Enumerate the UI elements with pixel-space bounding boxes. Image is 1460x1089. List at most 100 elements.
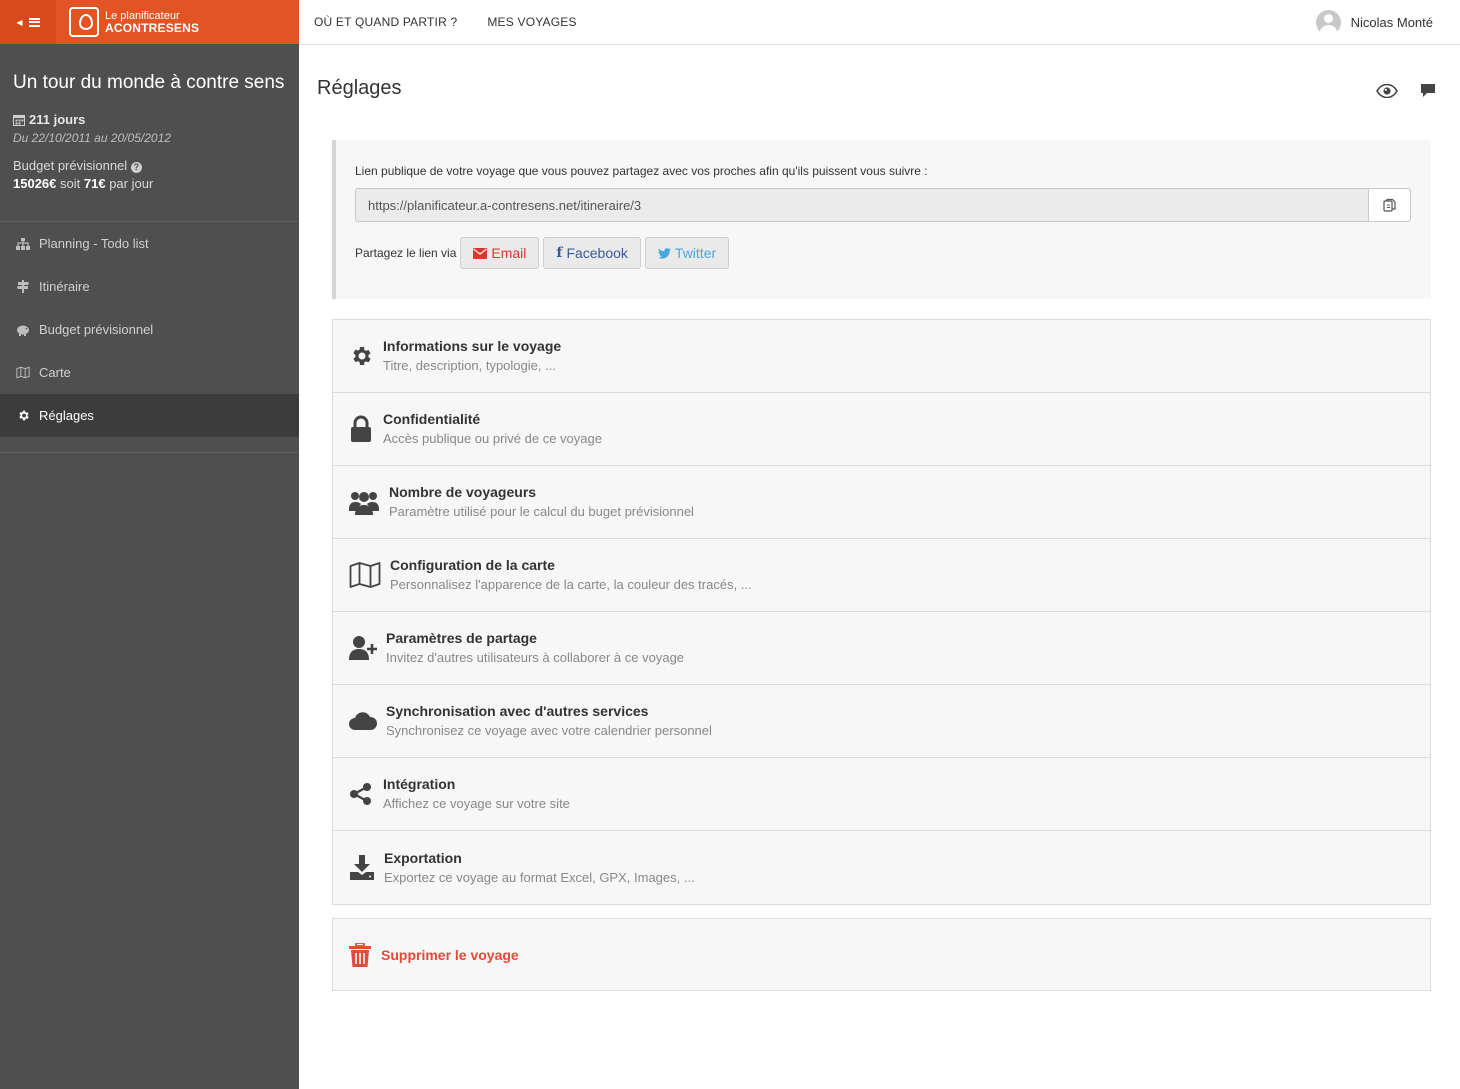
setting-synchronisation[interactable]: Synchronisation avec d'autres services S…: [333, 685, 1430, 758]
facebook-icon: f: [556, 245, 563, 261]
setting-description: Personnalisez l'apparence de la carte, l…: [390, 577, 752, 592]
sidebar-item-planning[interactable]: Planning - Todo list: [0, 222, 299, 265]
top-nav: OÙ ET QUAND PARTIR ? MES VOYAGES: [299, 15, 592, 29]
users-icon: [349, 489, 383, 515]
sidebar: ◀ Le planificateur ACONTRESENS Un tour d…: [0, 0, 299, 1089]
user-plus-icon: [349, 635, 380, 661]
share-email-button[interactable]: Email: [460, 237, 540, 269]
twitter-icon: [657, 247, 671, 259]
nav-where-when[interactable]: OÙ ET QUAND PARTIR ?: [314, 15, 457, 29]
setting-voyageurs[interactable]: Nombre de voyageurs Paramètre utilisé po…: [333, 466, 1430, 539]
download-icon: [349, 855, 378, 880]
share-facebook-label: Facebook: [566, 245, 628, 261]
setting-title: Intégration: [383, 776, 456, 792]
signpost-icon: [16, 280, 30, 294]
sidebar-item-label: Planning - Todo list: [39, 236, 149, 251]
setting-description: Affichez ce voyage sur votre site: [383, 796, 570, 811]
brand-bar: ◀ Le planificateur ACONTRESENS: [0, 0, 299, 44]
sidebar-item-budget[interactable]: Budget prévisionnel: [0, 308, 299, 351]
user-menu[interactable]: Nicolas Monté: [1315, 9, 1433, 35]
setting-title: Informations sur le voyage: [383, 338, 562, 354]
budget-total: 15026€: [13, 176, 57, 191]
page-title: Réglages: [317, 77, 402, 99]
envelope-icon: [473, 247, 488, 259]
share-lead: Lien publique de votre voyage que vous p…: [355, 164, 928, 178]
setting-title: Confidentialité: [383, 411, 481, 427]
budget-soit: soit: [60, 176, 81, 191]
share-facebook-button[interactable]: f Facebook: [543, 237, 641, 269]
setting-description: Exportez ce voyage au format Excel, GPX,…: [384, 869, 695, 885]
setting-description: Paramètre utilisé pour le calcul du buge…: [389, 504, 694, 519]
sidebar-item-label: Budget prévisionnel: [39, 322, 154, 337]
caret-left-icon: ◀: [16, 17, 23, 27]
budget-label: Budget prévisionnel: [13, 158, 128, 173]
setting-integration[interactable]: Intégration Affichez ce voyage sur votre…: [333, 758, 1430, 831]
logo-line-2: ACONTRESENS: [105, 21, 200, 35]
setting-title: Nombre de voyageurs: [389, 484, 537, 500]
share-buttons-row: Partagez le lien via Email f Facebook Tw…: [355, 237, 730, 269]
trip-duration: 211 jours: [29, 112, 86, 127]
setting-description: Invitez d'autres utilisateurs à collabor…: [386, 650, 685, 665]
page-actions: [1376, 83, 1436, 103]
setting-partage[interactable]: Paramètres de partage Invitez d'autres u…: [333, 612, 1430, 685]
sidebar-nav: Planning - Todo list Itinéraire Budget p…: [0, 222, 299, 437]
logo-mark-icon: [69, 7, 99, 37]
trip-dates: Du 22/10/2011 au 20/05/2012: [13, 131, 171, 145]
gear-icon: [349, 344, 377, 368]
comment-icon[interactable]: [1420, 83, 1436, 103]
sidebar-item-carte[interactable]: Carte: [0, 351, 299, 394]
share-email-label: Email: [491, 245, 527, 261]
sidebar-item-label: Réglages: [39, 408, 94, 423]
setting-confidentialite[interactable]: Confidentialité Accès publique ou privé …: [333, 393, 1430, 466]
setting-title: Paramètres de partage: [386, 630, 537, 646]
setting-carte[interactable]: Configuration de la carte Personnalisez …: [333, 539, 1430, 612]
delete-trip-button[interactable]: Supprimer le voyage: [332, 918, 1431, 991]
copy-button[interactable]: [1368, 189, 1410, 221]
question-circle-icon[interactable]: ?: [130, 162, 142, 173]
share-icon: [349, 782, 377, 806]
setting-title: Synchronisation avec d'autres services: [386, 703, 649, 719]
nav-my-trips[interactable]: MES VOYAGES: [487, 15, 576, 29]
setting-description: Synchronisez ce voyage avec votre calend…: [386, 723, 712, 738]
trash-icon: [349, 942, 371, 967]
share-via-label: Partagez le lien via: [355, 246, 457, 260]
setting-exportation[interactable]: Exportation Exportez ce voyage au format…: [333, 831, 1430, 904]
sidebar-item-reglages[interactable]: Réglages: [0, 394, 299, 437]
budget-per-day-suffix: par jour: [109, 176, 154, 191]
share-url-group: [355, 188, 1411, 222]
share-twitter-button[interactable]: Twitter: [644, 237, 730, 269]
budget-per-day: 71€: [83, 176, 106, 191]
sidebar-item-itineraire[interactable]: Itinéraire: [0, 265, 299, 308]
setting-description: Accès publique ou privé de ce voyage: [383, 431, 602, 446]
trip-meta: 211 jours Du 22/10/2011 au 20/05/2012: [13, 111, 286, 147]
setting-description: Titre, description, typologie, ...: [383, 358, 556, 373]
gear-icon: [16, 409, 30, 423]
sidebar-divider: [0, 452, 299, 453]
user-name: Nicolas Monté: [1350, 14, 1433, 30]
eye-icon[interactable]: [1376, 83, 1398, 103]
avatar: [1315, 9, 1341, 35]
share-url-input[interactable]: [356, 189, 1368, 221]
sidebar-item-label: Carte: [39, 365, 71, 380]
map-icon: [16, 366, 30, 380]
setting-informations[interactable]: Informations sur le voyage Titre, descri…: [333, 320, 1430, 393]
share-twitter-label: Twitter: [674, 245, 717, 261]
sidebar-item-label: Itinéraire: [39, 279, 90, 294]
trip-title: Un tour du monde à contre sens: [13, 72, 285, 93]
piggy-bank-icon: [16, 323, 30, 337]
main-content: Réglages Lien publique de votre voyage q…: [299, 45, 1460, 1089]
copy-icon: [1382, 198, 1396, 212]
lock-icon: [349, 415, 377, 443]
cloud-icon: [349, 712, 380, 730]
sitemap-icon: [16, 237, 30, 251]
top-bar: OÙ ET QUAND PARTIR ? MES VOYAGES Nicolas…: [299, 0, 1460, 45]
hamburger-icon: [28, 17, 40, 27]
settings-list: Informations sur le voyage Titre, descri…: [332, 319, 1431, 905]
logo[interactable]: Le planificateur ACONTRESENS: [69, 7, 199, 37]
share-panel: Lien publique de votre voyage que vous p…: [332, 140, 1431, 299]
map-icon: [349, 562, 384, 588]
budget-summary: Budget prévisionnel ? 15026€ soit 71€ pa…: [13, 157, 286, 193]
setting-title: Exportation: [384, 849, 462, 866]
calendar-icon: [13, 115, 25, 126]
menu-toggle-button[interactable]: ◀: [0, 0, 56, 44]
